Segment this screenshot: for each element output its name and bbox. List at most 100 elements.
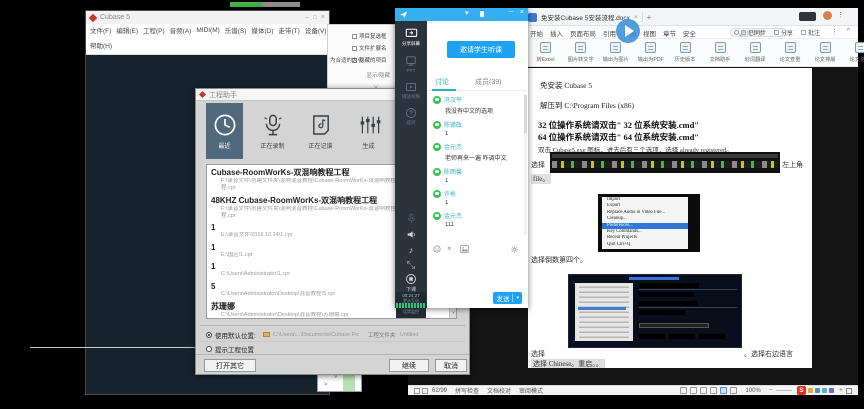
menu-item[interactable]: 文件(F): [90, 25, 111, 35]
radio-selected-icon[interactable]: [206, 332, 212, 338]
tab-recording[interactable]: 正在录制: [254, 103, 291, 159]
cancel-button[interactable]: 取消: [435, 359, 467, 372]
quiz-button[interactable]: 提问: [395, 107, 427, 126]
menu-item[interactable]: 编辑(E): [116, 25, 138, 35]
ppt-button[interactable]: PPT: [395, 55, 427, 73]
page-layout-icon[interactable]: [414, 388, 420, 394]
send-options-icon[interactable]: [516, 295, 519, 301]
status-item[interactable]: 审阅模式: [519, 386, 543, 395]
action-item[interactable]: 批注: [801, 28, 820, 37]
menu-item[interactable]: MIDI(M): [196, 27, 219, 34]
menu-item-help[interactable]: 帮助(H): [90, 43, 112, 50]
status-item[interactable]: 拼写检查: [455, 386, 479, 395]
new-tab-icon[interactable]: [647, 13, 652, 22]
chat-message[interactable]: 金元杰 111: [433, 211, 518, 228]
view-icon-fullscreen[interactable]: [680, 387, 687, 394]
continue-button[interactable]: 继续: [389, 359, 429, 372]
radio-icon[interactable]: [206, 346, 212, 352]
chat-message[interactable]: 陈雨馨 1: [433, 167, 518, 184]
ime-tool-icon[interactable]: [822, 388, 827, 393]
smiley-icon[interactable]: [433, 245, 441, 253]
chat-message[interactable]: 金元杰 老师再来一遍 咋调中文: [433, 142, 518, 162]
chat-input[interactable]: [427, 256, 528, 290]
mic-button[interactable]: [395, 213, 427, 224]
toolbar-button[interactable]: 输出为PDF: [633, 42, 668, 63]
toolbar-button[interactable]: 输出为图片: [598, 42, 633, 63]
view-icon-outline[interactable]: [690, 387, 697, 394]
toolbar-button[interactable]: 文档助手: [703, 42, 738, 63]
invite-students-button[interactable]: 邀请学生听课: [447, 41, 515, 58]
tab-members[interactable]: 成员(39): [475, 77, 501, 87]
checkbox-icon[interactable]: [352, 34, 357, 39]
share-screen-button[interactable]: 分享屏幕: [395, 27, 427, 47]
menu-item[interactable]: 插入: [550, 28, 563, 38]
menu-item[interactable]: 页面布局: [570, 28, 596, 38]
menu-item[interactable]: 乐谱(S): [225, 25, 247, 35]
zoom-slider[interactable]: [776, 390, 792, 391]
cut-icon[interactable]: [447, 244, 452, 253]
sogou-input-icon[interactable]: [797, 386, 806, 395]
collapse-ribbon-icon[interactable]: [847, 28, 850, 35]
image-icon[interactable]: [460, 245, 469, 253]
chat-message[interactable]: 许彬 1: [433, 189, 518, 206]
tab-discussion[interactable]: 讨论: [435, 77, 449, 87]
pin-icon[interactable]: [480, 11, 484, 17]
prompt-location-option[interactable]: 提示工程位置: [206, 343, 254, 354]
close-icon[interactable]: [321, 14, 325, 21]
menu-item[interactable]: 引用: [603, 28, 616, 38]
chat-scrollbar[interactable]: [524, 95, 527, 235]
video-play-overlay[interactable]: [616, 19, 640, 43]
music-button[interactable]: [395, 245, 427, 255]
scroll-down-icon[interactable]: [450, 310, 457, 318]
zoom-out-icon[interactable]: [769, 387, 773, 394]
fit-page-icon[interactable]: [846, 388, 852, 394]
menu-item[interactable]: 视图: [643, 28, 656, 38]
ime-tool-icon[interactable]: [815, 388, 820, 393]
view-icon-pen[interactable]: [700, 387, 707, 394]
zoom-in-icon[interactable]: [839, 387, 843, 394]
tab-production[interactable]: 生成: [350, 103, 387, 159]
chat-message[interactable]: 冯汉平 我没有中文的选项: [433, 95, 518, 115]
view-icon-eye[interactable]: [730, 387, 737, 394]
close-icon[interactable]: [520, 9, 524, 16]
menu-item[interactable]: 工程(P): [143, 25, 165, 35]
view-icon-pagemode[interactable]: [720, 387, 727, 394]
cubase-titlebar[interactable]: Cubase 5: [86, 11, 329, 24]
explorer-checkbox-row[interactable]: 项目复选框: [352, 30, 394, 42]
page-layout-icon2[interactable]: [422, 388, 428, 394]
classroom-titlebar[interactable]: [395, 8, 528, 21]
toolbar-button[interactable]: 论文查重: [773, 42, 808, 63]
chat-scroll-thumb[interactable]: [524, 95, 527, 133]
explorer-checkbox-row[interactable]: 文件扩展名: [352, 42, 394, 54]
speaker-button[interactable]: [395, 229, 427, 240]
menu-item[interactable]: 走带(T): [279, 25, 300, 35]
toolbar-button[interactable]: 转Excel: [528, 42, 563, 63]
status-item[interactable]: 文档校对: [487, 386, 511, 395]
menu-item[interactable]: 开始: [530, 28, 543, 38]
ime-tool-icon[interactable]: [829, 388, 834, 393]
toolbar-button[interactable]: 历史版本: [668, 42, 703, 63]
menu-kebab-icon[interactable]: [831, 28, 838, 36]
toolbar-button[interactable]: 论文格式: [843, 42, 864, 63]
tab-close-icon[interactable]: [634, 14, 638, 21]
toolbar-button[interactable]: 划词翻译: [738, 42, 773, 63]
open-other-button[interactable]: 打开其它: [204, 359, 256, 372]
toolbar-button[interactable]: 论文排版: [808, 42, 843, 63]
app-badge[interactable]: [799, 12, 816, 21]
chat-message[interactable]: 陈德政 1: [433, 120, 518, 137]
caret-down-icon[interactable]: [465, 9, 469, 17]
toolbar-button[interactable]: 图片转文字: [563, 42, 598, 63]
view-icon-comment[interactable]: [710, 387, 717, 394]
play-video-button[interactable]: 播放视频: [395, 81, 427, 100]
action-item[interactable]: 分享: [774, 28, 793, 37]
tab-recent[interactable]: 最近: [206, 103, 243, 159]
wps-tab-title[interactable]: 免安装Cubase 5安装流程.docx: [541, 12, 630, 22]
ime-tool-icon[interactable]: [808, 388, 813, 393]
zoom-level[interactable]: 100%: [745, 388, 760, 394]
user-avatar[interactable]: [823, 11, 832, 20]
maximize-icon[interactable]: [313, 15, 317, 21]
expand-button[interactable]: [395, 260, 427, 270]
checkbox-icon[interactable]: [352, 46, 357, 51]
end-class-button[interactable]: 下课: [395, 273, 427, 293]
minimize-icon[interactable]: [509, 9, 513, 15]
